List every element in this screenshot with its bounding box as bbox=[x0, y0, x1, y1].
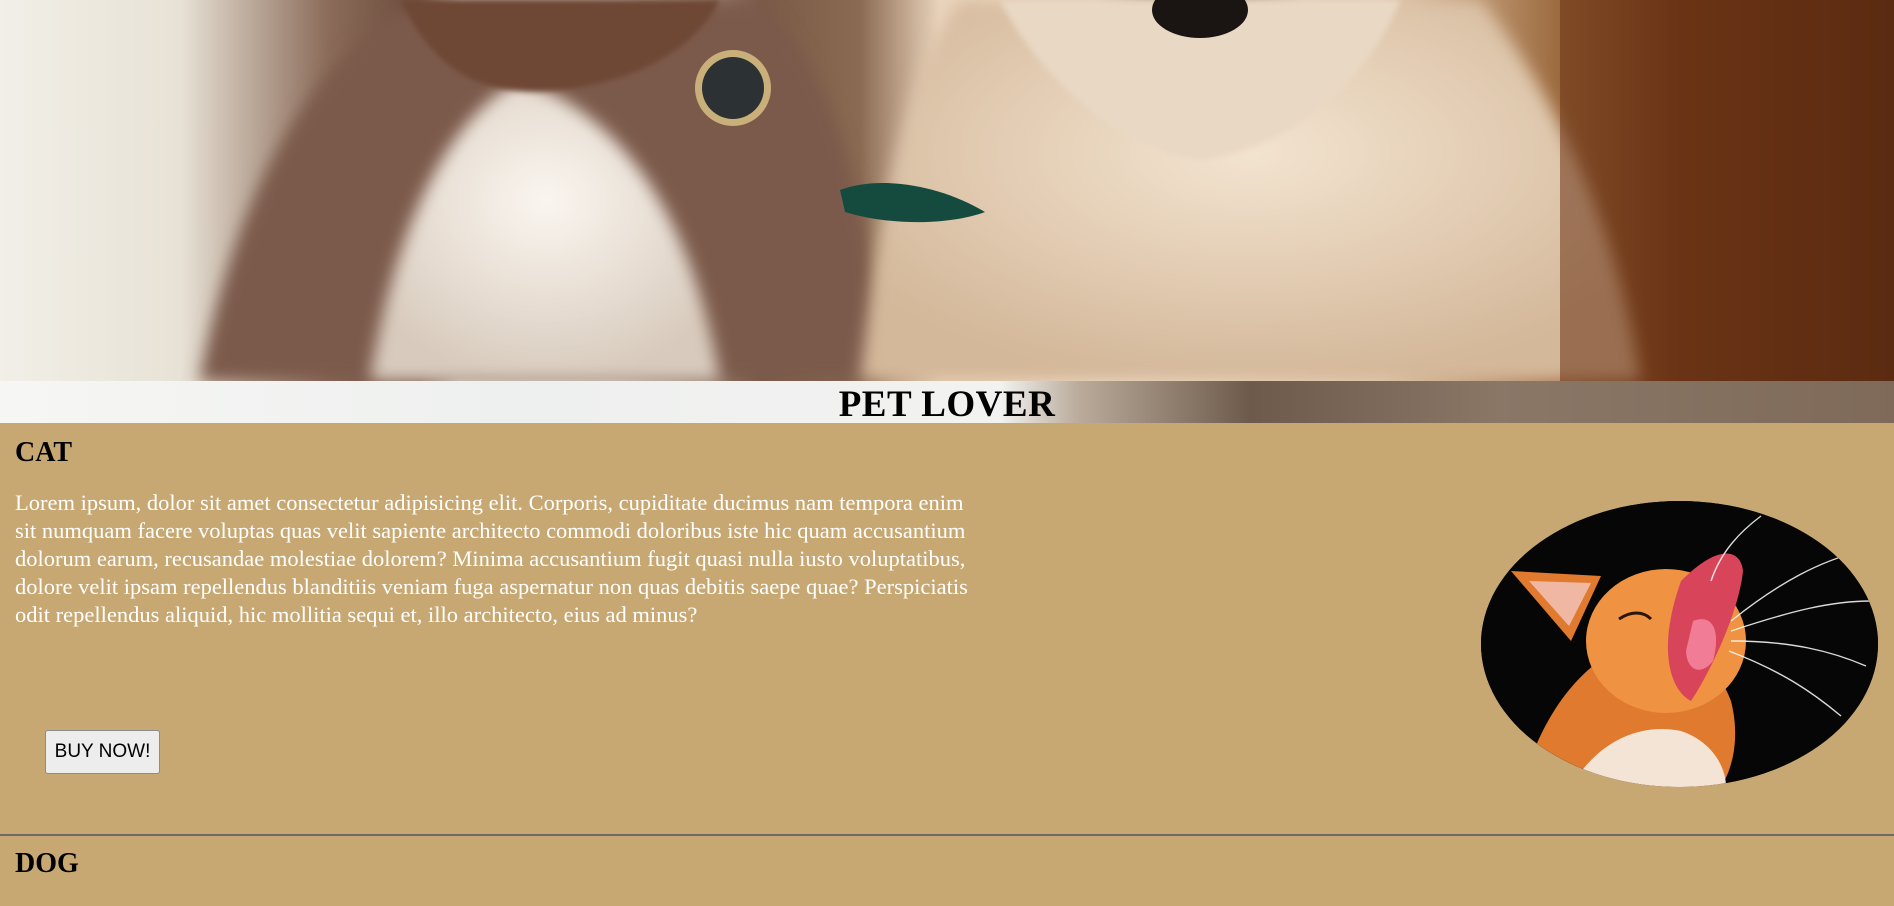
title-banner: PET LOVER bbox=[0, 381, 1894, 423]
cat-description: Lorem ipsum, dolor sit amet consectetur … bbox=[15, 490, 968, 627]
dog-section: DOG bbox=[0, 836, 1894, 906]
cat-illustration bbox=[1481, 501, 1878, 787]
two-dogs-photo-illustration bbox=[200, 0, 1894, 381]
cat-heading: CAT bbox=[15, 437, 73, 468]
hero-image bbox=[0, 0, 1894, 381]
yawning-cat-photo bbox=[1481, 501, 1878, 787]
dog-heading: DOG bbox=[15, 848, 79, 879]
buy-now-button[interactable]: BUY NOW! bbox=[45, 730, 160, 774]
site-title: PET LOVER bbox=[838, 384, 1056, 423]
cat-section: CAT Lorem ipsum, dolor sit amet consecte… bbox=[0, 423, 1894, 836]
